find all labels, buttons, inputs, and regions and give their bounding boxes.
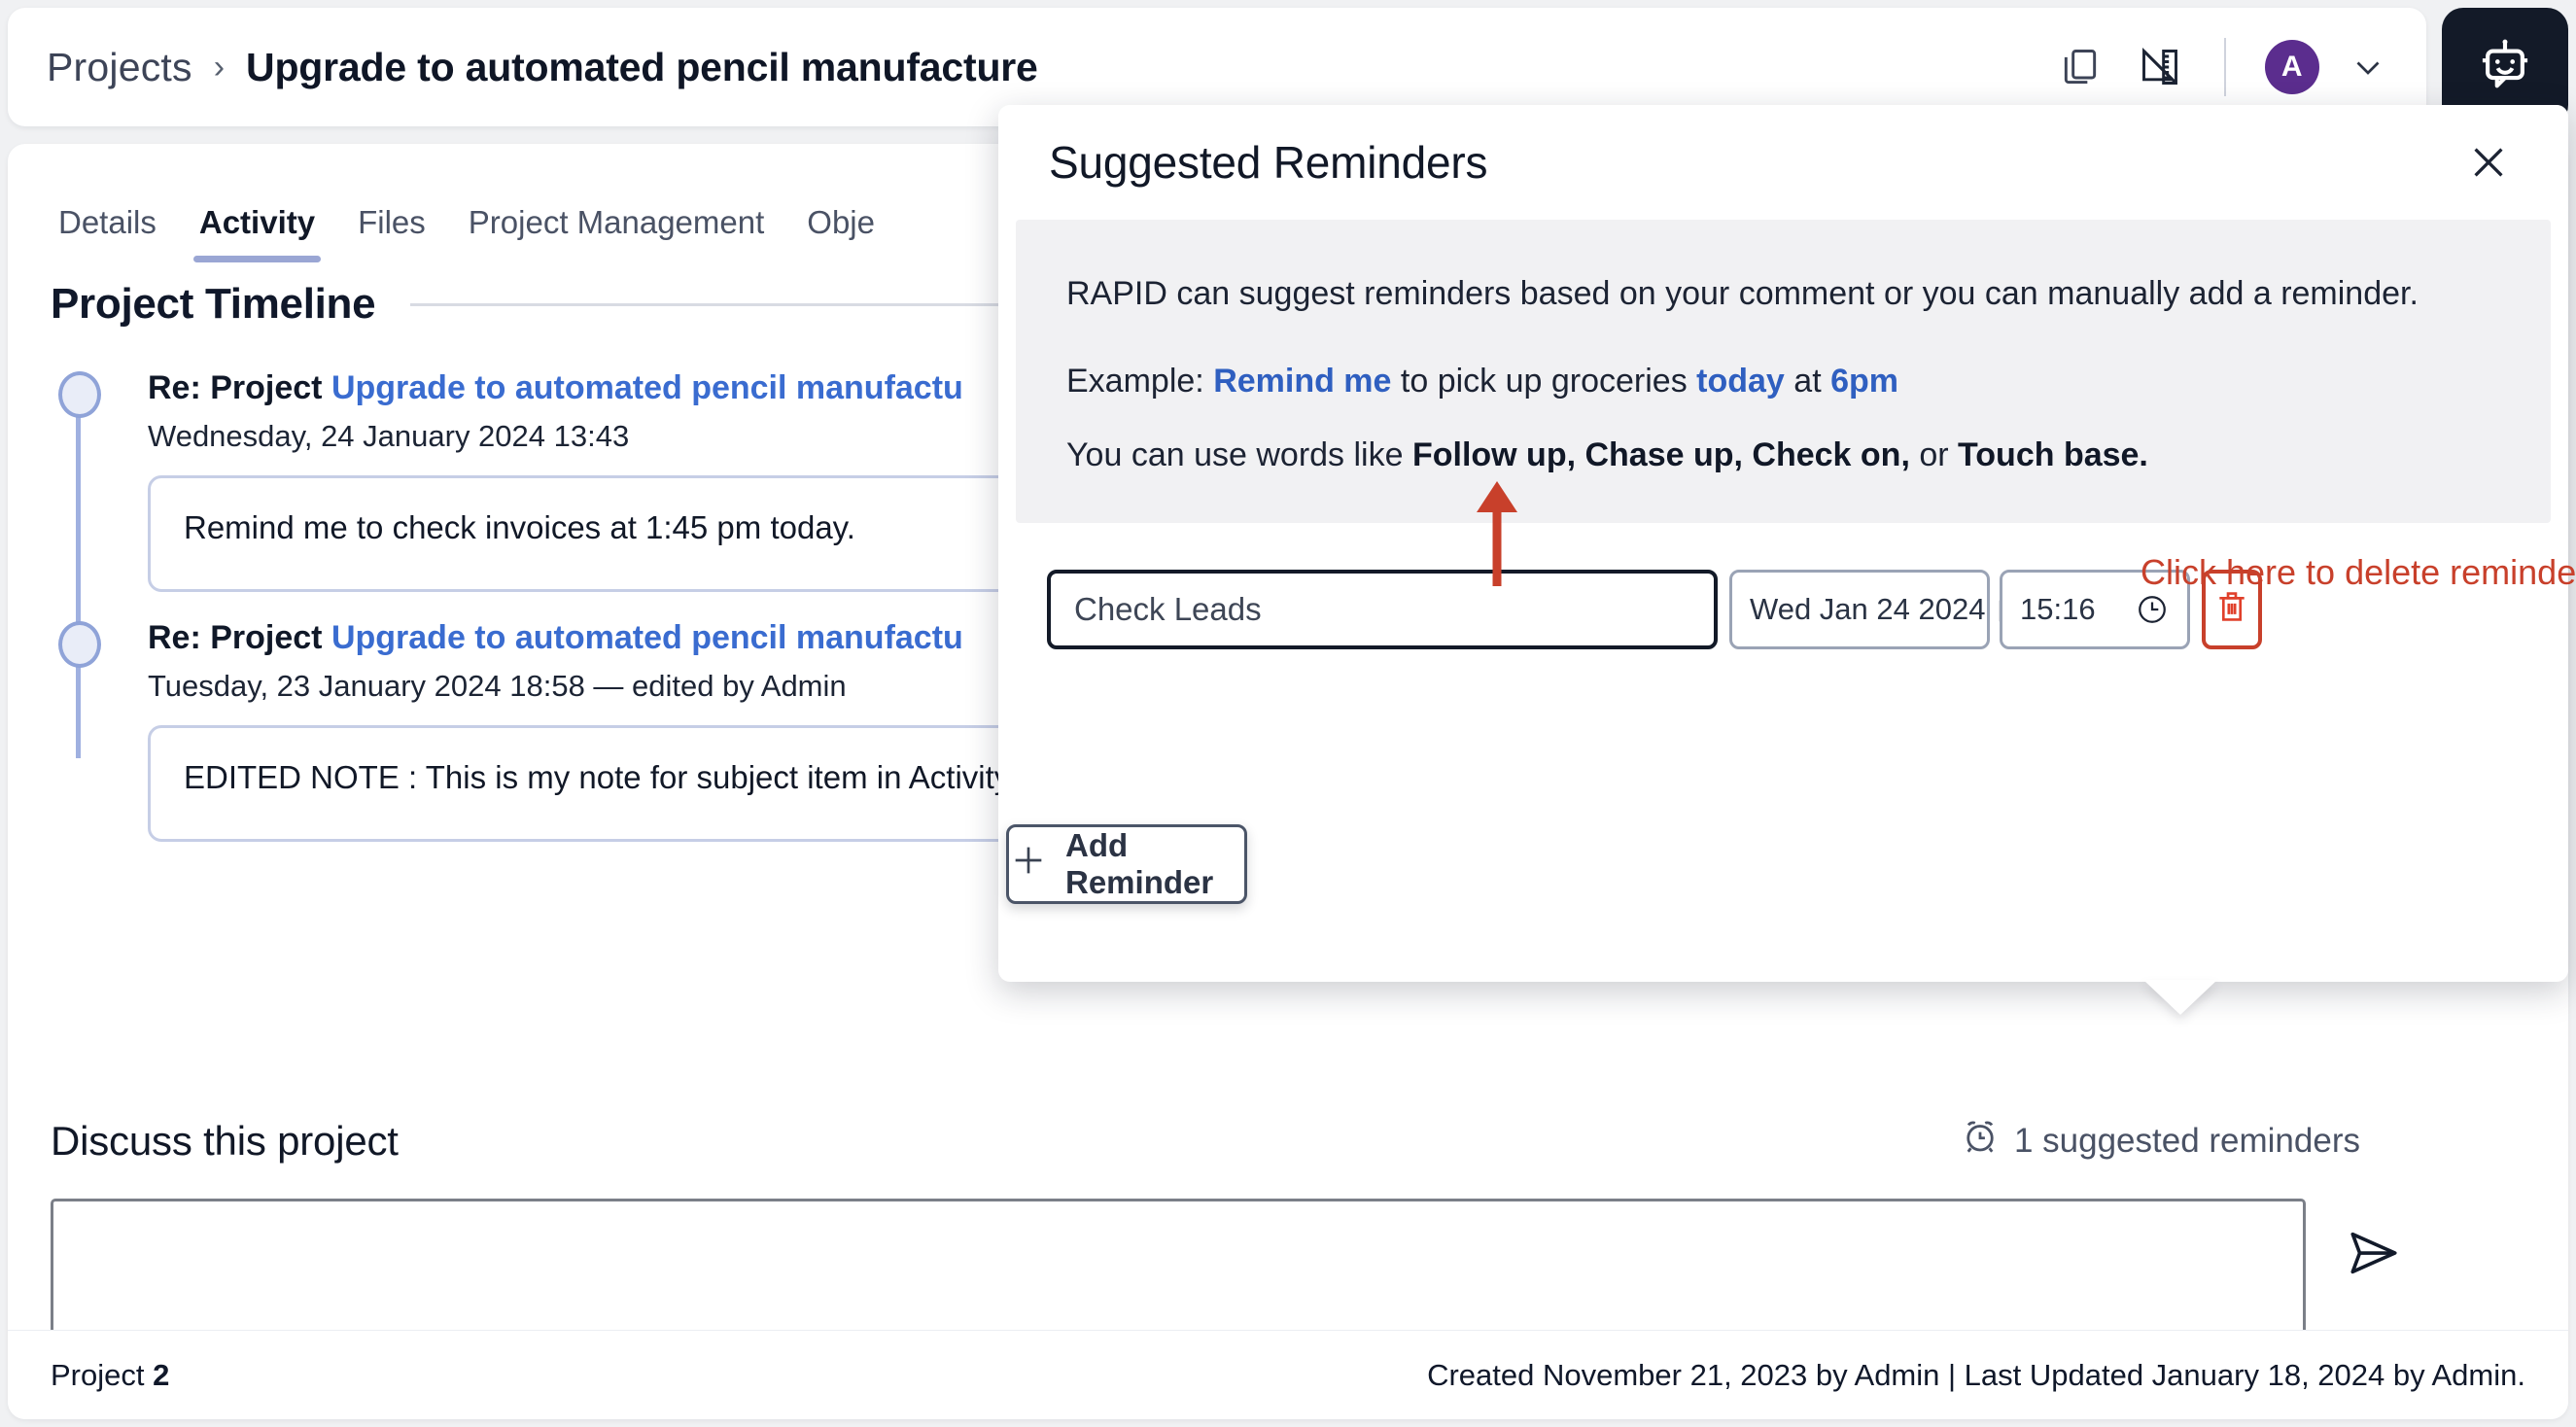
timeline-title: Project Timeline [51,280,376,328]
copy-documents-icon[interactable] [2055,42,2106,92]
footer-meta: Created November 21, 2023 by Admin | Las… [1427,1357,2525,1392]
trash-delete-icon [2213,588,2250,630]
breadcrumb-projects-link[interactable]: Projects [47,45,192,90]
annotation-arrow-icon [1463,470,1531,591]
words-keywords-2: Touch base. [1958,435,2148,473]
suggested-reminders-count: 1 suggested reminders [2013,1121,2360,1160]
breadcrumb: Projects › Upgrade to automated pencil m… [47,45,1038,90]
popup-tail [2143,980,2217,1015]
tab-details[interactable]: Details [37,204,178,262]
tab-project-management[interactable]: Project Management [447,204,786,262]
tab-activity[interactable]: Activity [178,204,336,262]
words-prefix: You can use words like [1066,435,1412,473]
discuss-header: Discuss this project 1 suggested reminde… [51,1116,2525,1166]
info-line-example: Example: Remind me to pick up groceries … [1066,360,2500,404]
popup-info-panel: RAPID can suggest reminders based on you… [1016,220,2551,523]
info-line-words: You can use words like Follow up, Chase … [1066,434,2500,478]
words-keywords-1: Follow up, Chase up, Check on, [1411,435,1910,473]
discuss-title: Discuss this project [51,1117,399,1164]
breadcrumb-separator-icon: › [213,48,226,86]
delete-annotation-text: Click here to delete reminder [2141,552,2576,592]
alarm-clock-icon [1960,1116,2001,1166]
footer-project-number: 2 [153,1357,170,1392]
info-line-1: RAPID can suggest reminders based on you… [1066,275,2419,312]
footer-project-label: Project [51,1357,154,1392]
timeline-subject-prefix: Re: Project [148,369,331,406]
popup-header: Suggested Reminders [998,105,2568,220]
add-reminder-button[interactable]: Add Reminder [1006,824,1247,904]
chevron-down-icon[interactable] [2349,48,2387,87]
reminder-date-input[interactable]: Wed Jan 24 2024 [1729,569,2026,649]
send-paper-plane-icon[interactable] [2335,1214,2413,1292]
popup-title: Suggested Reminders [1049,137,1488,188]
ruler-triangle-icon[interactable] [2135,42,2185,92]
suggested-reminders-indicator[interactable]: 1 suggested reminders [1960,1116,2525,1166]
reminder-name-input[interactable]: Check Leads [1047,569,1718,649]
close-x-icon[interactable] [2459,133,2518,191]
plus-icon [1009,841,1048,888]
reminder-time-value: 15:16 [2020,591,2096,626]
app-root: Projects › Upgrade to automated pencil m… [0,0,2576,1427]
page-title: Upgrade to automated pencil manufacture [246,44,1038,89]
suggested-reminders-popup: Suggested Reminders RAPID can suggest re… [998,105,2576,1015]
example-keyword-6pm: 6pm [1830,362,1899,400]
reminder-date-value: Wed Jan 24 2024 [1750,591,1986,626]
example-mid-2: at [1784,362,1831,400]
clock-icon[interactable] [2135,592,2170,627]
header-actions: A [2055,38,2387,96]
discuss-section: Discuss this project 1 suggested reminde… [8,1116,2568,1354]
tab-files[interactable]: Files [336,204,447,262]
tab-objectives[interactable]: Obje [785,204,896,262]
avatar[interactable]: A [2265,40,2319,94]
example-prefix: Example: [1066,362,1214,400]
timeline-subject-prefix: Re: Project [148,619,331,656]
footer-project: Project 2 [51,1358,169,1393]
timeline-subject-link[interactable]: Upgrade to automated pencil manufactu [331,369,963,406]
header-divider [2224,38,2226,96]
page-footer: Project 2 Created November 21, 2023 by A… [8,1330,2568,1419]
timeline-dot-icon [58,371,101,418]
add-reminder-label: Add Reminder [1065,827,1214,900]
example-mid-1: to pick up groceries [1391,362,1697,400]
timeline-subject-link[interactable]: Upgrade to automated pencil manufactu [331,619,963,656]
words-mid: or [1909,435,1959,473]
example-keyword-today: today [1696,362,1785,400]
example-keyword-remind-me: Remind me [1213,362,1392,400]
timeline-dot-icon [58,621,101,668]
